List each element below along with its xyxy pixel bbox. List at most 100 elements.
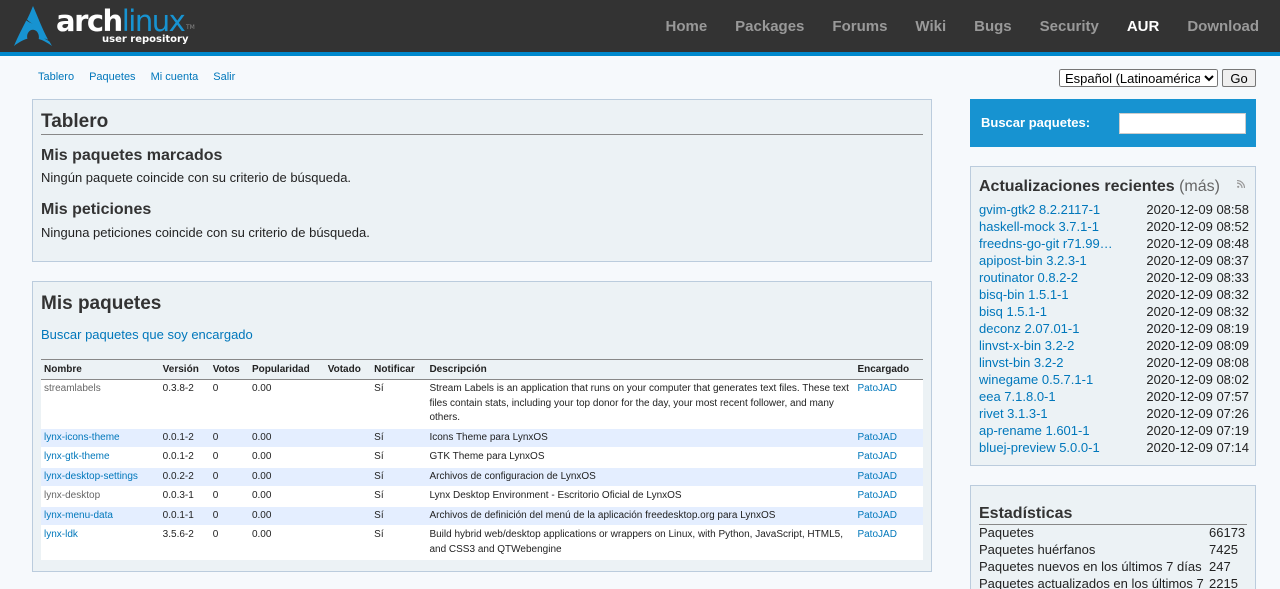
package-name-link[interactable]: lynx-desktop-settings bbox=[44, 471, 138, 482]
nav-download[interactable]: Download bbox=[1173, 18, 1280, 35]
recent-package-link[interactable]: freedns-go-git r71.99… bbox=[979, 235, 1119, 252]
divider bbox=[41, 134, 923, 135]
recent-package-date: 2020-12-09 07:26 bbox=[1146, 406, 1249, 421]
package-name-link[interactable]: lynx-desktop bbox=[44, 490, 100, 501]
recent-package-link[interactable]: routinator 0.8.2-2 bbox=[979, 269, 1119, 286]
package-maintainer-link[interactable]: PatoJAD bbox=[857, 510, 896, 521]
recent-package-link[interactable]: winegame 0.5.7.1-1 bbox=[979, 371, 1119, 388]
package-popularity: 0.00 bbox=[251, 490, 272, 501]
nav-aur[interactable]: AUR bbox=[1113, 18, 1174, 35]
recent-package-date: 2020-12-09 08:09 bbox=[1146, 338, 1249, 353]
recent-package-link[interactable]: rivet 3.1.3-1 bbox=[979, 405, 1119, 422]
package-votes-cell: 0 bbox=[209, 486, 249, 507]
recent-package-date: 2020-12-09 08:32 bbox=[1146, 287, 1249, 302]
subnav-dashboard[interactable]: Tablero bbox=[38, 71, 74, 83]
recent-package-date: 2020-12-09 08:48 bbox=[1146, 236, 1249, 251]
search-maintained-link[interactable]: Buscar paquetes que soy encargado bbox=[41, 327, 253, 342]
package-maintainer-link[interactable]: PatoJAD bbox=[857, 383, 896, 394]
recent-package-link[interactable]: linvst-x-bin 3.2-2 bbox=[979, 337, 1119, 354]
package-voted-cell bbox=[324, 379, 372, 429]
package-votes-cell: 0 bbox=[209, 379, 249, 429]
package-name-link[interactable]: streamlabels bbox=[44, 383, 101, 394]
recent-package-link[interactable]: linvst-bin 3.2-2 bbox=[979, 354, 1119, 371]
header-accent-stripe bbox=[0, 52, 1280, 56]
table-row: lynx-ldk 3.5.6-2 0 0.00 Sí Build hybrid web/d… bbox=[41, 525, 923, 560]
package-version: 0.0.1-1 bbox=[162, 509, 194, 521]
my-requests-title: Mis peticiones bbox=[41, 201, 152, 218]
package-voted-cell bbox=[324, 506, 372, 526]
recent-package-date: 2020-12-09 07:57 bbox=[1146, 389, 1249, 404]
package-maintainer-cell: PatoJAD bbox=[854, 486, 923, 507]
package-version-cell: 3.5.6-2 bbox=[159, 525, 210, 560]
package-search-input[interactable] bbox=[1119, 113, 1246, 134]
recent-package-link[interactable]: gvim-gtk2 8.2.2117-1 bbox=[979, 201, 1119, 218]
column-name[interactable]: Nombre bbox=[41, 359, 160, 380]
package-maintainer-link[interactable]: PatoJAD bbox=[857, 432, 896, 443]
recent-package-link[interactable]: deconz 2.07.01-1 bbox=[979, 320, 1119, 337]
recent-package-link[interactable]: apipost-bin 3.2.3-1 bbox=[979, 252, 1119, 269]
column-notify[interactable]: Notificar bbox=[371, 359, 427, 380]
nav-packages[interactable]: Packages bbox=[721, 18, 818, 35]
package-description: Stream Labels is an application that run… bbox=[429, 383, 849, 423]
language-go-button[interactable]: Go bbox=[1222, 69, 1256, 87]
package-version: 0.0.1-2 bbox=[162, 451, 194, 462]
package-version-cell: 0.0.2-2 bbox=[159, 467, 210, 487]
package-popularity-cell: 0.00 bbox=[248, 428, 325, 448]
package-popularity: 0.00 bbox=[251, 383, 272, 394]
package-name-link[interactable]: lynx-menu-data bbox=[44, 510, 113, 521]
package-name-link[interactable]: lynx-ldk bbox=[44, 529, 78, 540]
package-voted-cell bbox=[324, 525, 372, 560]
package-votes: 0 bbox=[212, 509, 219, 521]
package-name-cell: lynx-gtk-theme bbox=[41, 447, 160, 468]
package-popularity-cell: 0.00 bbox=[248, 506, 325, 526]
recent-package-date: 2020-12-09 08:19 bbox=[1146, 321, 1249, 336]
package-version: 0.0.2-2 bbox=[162, 470, 194, 482]
column-voted[interactable]: Votado bbox=[324, 359, 372, 380]
package-name-link[interactable]: lynx-icons-theme bbox=[44, 432, 120, 443]
recent-package-link[interactable]: bisq 1.5.1-1 bbox=[979, 303, 1119, 320]
package-name-link[interactable]: lynx-gtk-theme bbox=[44, 451, 110, 462]
column-popularity[interactable]: Popularidad bbox=[248, 359, 325, 380]
nav-bugs[interactable]: Bugs bbox=[960, 18, 1026, 35]
package-description: Build hybrid web/desktop applications or… bbox=[429, 529, 843, 555]
column-version[interactable]: Versión bbox=[159, 359, 210, 380]
subnav-logout[interactable]: Salir bbox=[213, 71, 235, 83]
recent-package-link[interactable]: ap-rename 1.601-1 bbox=[979, 422, 1119, 439]
subnav-packages[interactable]: Paquetes bbox=[89, 71, 135, 83]
package-maintainer-cell: PatoJAD bbox=[854, 525, 923, 560]
package-notify-cell: Sí bbox=[371, 467, 427, 487]
rss-feed-icon[interactable] bbox=[1236, 179, 1246, 191]
column-votes[interactable]: Votos bbox=[209, 359, 249, 380]
package-voted-cell bbox=[324, 447, 372, 468]
package-search-label: Buscar paquetes: bbox=[981, 115, 1091, 130]
package-maintainer-link[interactable]: PatoJAD bbox=[857, 529, 896, 540]
package-votes: 0 bbox=[212, 451, 219, 462]
nav-wiki[interactable]: Wiki bbox=[901, 18, 960, 35]
recent-package-link[interactable]: eea 7.1.8.0-1 bbox=[979, 388, 1119, 405]
nav-home[interactable]: Home bbox=[651, 18, 721, 35]
package-version: 0.3.8-2 bbox=[162, 383, 194, 394]
table-row: lynx-icons-theme 0.0.1-2 0 0.00 Sí Icons Them… bbox=[41, 428, 923, 448]
statistics-title: Estadísticas bbox=[979, 505, 1073, 522]
list-item: haskell-mock 3.7.1-1 2020-12-09 08:52 bbox=[979, 218, 1249, 235]
stat-label: Paquetes bbox=[979, 525, 1034, 540]
recent-package-link[interactable]: haskell-mock 3.7.1-1 bbox=[979, 218, 1119, 235]
recent-package-link[interactable]: bisq-bin 1.5.1-1 bbox=[979, 286, 1119, 303]
table-header-row: Nombre Versión Votos Popularidad Votado … bbox=[41, 359, 923, 380]
subnav-my-account[interactable]: Mi cuenta bbox=[151, 71, 199, 83]
recent-package-link[interactable]: bluej-preview 5.0.0-1 bbox=[979, 439, 1119, 456]
package-description-cell: Stream Labels is an application that run… bbox=[426, 379, 855, 429]
language-select[interactable]: Español (Latinoamérica) bbox=[1059, 69, 1218, 87]
table-row: lynx-desktop-settings 0.0.2-2 0 0.00 Sí Archi… bbox=[41, 467, 923, 487]
package-maintainer-link[interactable]: PatoJAD bbox=[857, 451, 896, 462]
flagged-packages-empty-text: Ningún paquete coincide con su criterio … bbox=[41, 170, 352, 185]
recent-updates-more-link[interactable]: (más) bbox=[1179, 178, 1220, 195]
package-maintainer-cell: PatoJAD bbox=[854, 428, 923, 448]
package-popularity-cell: 0.00 bbox=[248, 447, 325, 468]
package-popularity-cell: 0.00 bbox=[248, 467, 325, 487]
nav-security[interactable]: Security bbox=[1026, 18, 1113, 35]
package-maintainer-link[interactable]: PatoJAD bbox=[857, 490, 896, 501]
main-nav: Home Packages Forums Wiki Bugs Security … bbox=[651, 0, 1280, 52]
package-maintainer-link[interactable]: PatoJAD bbox=[857, 471, 896, 482]
nav-forums[interactable]: Forums bbox=[818, 18, 901, 35]
